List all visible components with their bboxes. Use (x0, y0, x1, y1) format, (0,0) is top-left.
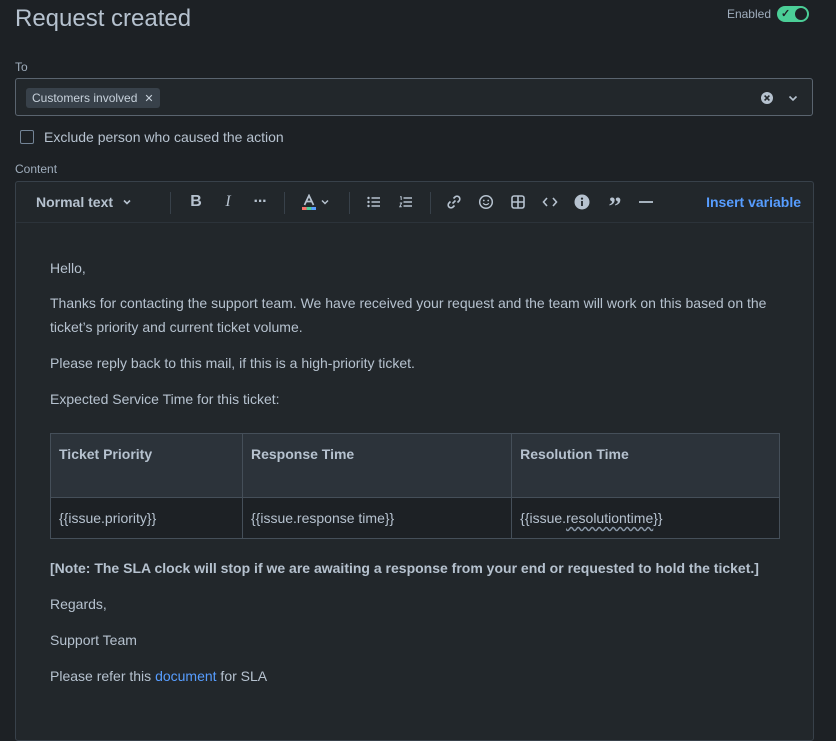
bullet-list-icon (367, 196, 380, 208)
enabled-label: Enabled (726, 7, 771, 21)
numbered-list-button[interactable] (396, 182, 416, 222)
more-formatting-button[interactable]: ··· (250, 182, 270, 222)
text-color-icon (302, 194, 316, 210)
sla-note: [Note: The SLA clock will stop if we are… (50, 560, 759, 576)
insert-variable-button[interactable]: Insert variable (706, 182, 801, 222)
enabled-toggle-group: Enabled ✓ (727, 6, 809, 22)
link-icon (447, 195, 461, 209)
greeting-text: Hello, (50, 260, 86, 276)
table-header-cell[interactable]: Resolution Time (511, 433, 780, 498)
close-icon[interactable]: ✕ (144, 92, 153, 105)
document-link[interactable]: document (155, 668, 216, 684)
bold-icon: B (190, 193, 202, 210)
recipient-chip-label: Customers involved (32, 91, 138, 105)
italic-button[interactable]: I (218, 182, 238, 222)
variable-suffix: }} (653, 510, 663, 526)
table-row: {{issue.priority}} {{issue.response time… (50, 497, 780, 539)
table-button[interactable] (508, 182, 528, 222)
emoji-button[interactable] (476, 182, 496, 222)
toolbar-divider (170, 192, 171, 214)
content-editor[interactable]: Normal text B I ··· ” Insert variable He… (15, 181, 814, 741)
text-style-dropdown[interactable]: Normal text (36, 182, 133, 222)
chevron-down-icon (123, 199, 131, 205)
content-label: Content (15, 162, 58, 176)
italic-icon: I (225, 193, 231, 210)
table-header-row: Ticket Priority Response Time Resolution… (50, 433, 780, 498)
table-cell[interactable]: {{issue.resolutiontime}} (511, 497, 780, 539)
quote-icon: ” (608, 192, 622, 221)
chevron-down-icon[interactable] (786, 91, 800, 105)
regards-text: Regards, (50, 596, 107, 612)
thanks-paragraph: Thanks for contacting the support team. … (50, 295, 767, 335)
refer-prefix: Please refer this (50, 668, 156, 684)
divider-button[interactable] (636, 182, 656, 222)
numbered-list-icon (399, 196, 412, 208)
info-panel-button[interactable] (572, 182, 592, 222)
table-header-cell[interactable]: Response Time (241, 433, 513, 498)
to-label: To (15, 60, 28, 74)
editor-toolbar: Normal text B I ··· ” Insert variable (16, 182, 813, 223)
toolbar-divider (284, 192, 285, 214)
toggle-knob (795, 8, 807, 20)
variable-prefix: {{issue. (520, 510, 567, 526)
spellcheck-word: resolutiontime (566, 510, 654, 526)
divider-icon (639, 201, 653, 203)
page-title: Request created (15, 5, 192, 32)
toolbar-divider (349, 192, 350, 214)
table-header-cell[interactable]: Ticket Priority (50, 433, 243, 498)
quote-button[interactable]: ” (604, 182, 626, 222)
check-icon: ✓ (781, 8, 791, 20)
clear-icon[interactable] (760, 91, 774, 105)
exclude-label: Exclude person who caused the action (44, 129, 284, 145)
table-icon (511, 195, 525, 209)
recipient-chip: Customers involved ✕ (26, 88, 160, 108)
link-button[interactable] (444, 182, 464, 222)
chevron-down-icon (321, 199, 329, 205)
text-color-button[interactable] (300, 182, 332, 222)
emoji-icon (478, 194, 494, 210)
signature-text: Support Team (50, 632, 137, 648)
sla-table[interactable]: Ticket Priority Response Time Resolution… (50, 433, 780, 539)
bold-button[interactable]: B (186, 182, 206, 222)
code-button[interactable] (540, 182, 560, 222)
table-cell[interactable]: {{issue.priority}} (50, 497, 243, 539)
toolbar-divider (430, 192, 431, 214)
recipients-select[interactable]: Customers involved ✕ (15, 78, 813, 116)
refer-paragraph: Please refer this document for SLA (50, 664, 267, 688)
reply-paragraph: Please reply back to this mail, if this … (50, 355, 415, 371)
bullet-list-button[interactable] (364, 182, 384, 222)
refer-suffix: for SLA (216, 668, 268, 684)
exclude-checkbox[interactable] (20, 130, 34, 144)
enabled-toggle[interactable]: ✓ (777, 6, 809, 22)
text-style-label: Normal text (36, 194, 114, 210)
exclude-option: Exclude person who caused the action (20, 129, 284, 145)
more-formatting-icon: ··· (253, 193, 268, 210)
code-icon (542, 197, 558, 207)
expected-paragraph: Expected Service Time for this ticket: (50, 391, 280, 407)
info-panel-icon (574, 194, 590, 210)
table-cell[interactable]: {{issue.response time}} (241, 497, 513, 539)
